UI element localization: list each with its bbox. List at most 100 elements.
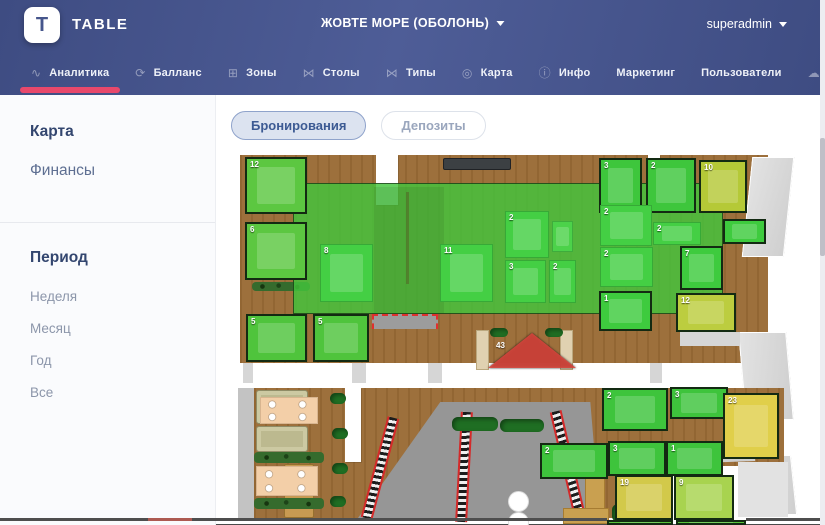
period-option-all[interactable]: Все [0,385,215,400]
map-table-19[interactable]: 19 [615,475,673,520]
map-table-23[interactable]: 23 [723,393,779,459]
map-table[interactable] [607,520,673,525]
chevron-down-icon [496,20,505,30]
table-number: 2 [604,207,609,216]
map-table-11[interactable]: 11 [440,244,493,302]
map-table[interactable] [676,520,746,525]
tab-analytics[interactable]: ∿ Аналитика [18,66,122,93]
tab-types[interactable]: ⋈ Типы [373,66,449,80]
bookings-button[interactable]: Бронирования [231,111,367,140]
cloud-icon: ☁ [807,65,820,80]
globe-icon: ◎ [461,65,473,80]
map-table-3[interactable]: 3 [608,441,666,476]
sidebar-links: Карта Финансы [0,95,215,180]
map-table[interactable] [723,219,766,244]
plant [330,393,346,404]
map-table-2[interactable]: 2 [549,260,576,303]
table-number: 2 [651,161,656,170]
map-table-2[interactable]: 2 [505,211,549,258]
map-table-8[interactable]: 8 [320,244,373,302]
map-table-2[interactable]: 2 [600,205,652,246]
tab-label: Типы [405,66,436,79]
dining-table [256,466,318,496]
vertical-scrollbar-track[interactable] [820,0,825,525]
wall-fragment [428,363,442,383]
map-table-2[interactable]: 2 [602,388,668,431]
map-table-5[interactable]: 5 [313,314,369,362]
map-table-1[interactable]: 1 [599,291,652,331]
types-icon: ⋈ [385,65,398,80]
sidebar-item-finances[interactable]: Финансы [0,162,215,180]
period-section-title: Период [30,249,88,266]
app-window: 1 43 [0,0,825,525]
table-number: 2 [657,224,662,233]
app-logo: T [24,7,60,43]
map-table-12[interactable]: 12 [245,157,307,214]
header-top-row: T TABLE ЖОВТЕ МОРЕ (ОБОЛОНЬ) superadmin [0,0,825,50]
table-number: 1 [671,444,676,453]
map-table-5[interactable]: 5 [246,314,307,362]
map-table-12[interactable]: 12 [676,293,736,332]
vertical-scrollbar-thumb[interactable] [820,138,825,256]
period-option-month[interactable]: Месяц [0,321,215,336]
user-name: superadmin [706,17,772,31]
tab-balance[interactable]: ⟳ Балланс [122,66,215,80]
period-option-week[interactable]: Неделя [0,289,215,304]
bottom-scrollbar-track[interactable] [746,518,825,521]
tab-zones[interactable]: ⊞ Зоны [215,66,290,80]
table-number: 9 [679,478,684,487]
table-number: 6 [250,225,255,234]
period-option-year[interactable]: Год [0,353,215,368]
sidebar-divider [0,222,215,223]
tab-marketing[interactable]: Маркетинг [603,67,688,79]
tab-users[interactable]: Пользователи [688,67,794,79]
table-number: 3 [604,161,609,170]
tv-screen [443,158,511,170]
map-table-2[interactable]: 2 [600,247,653,287]
wall-fragment [680,332,740,346]
deposits-label: Депозиты [401,118,466,133]
plant [332,463,348,474]
map-table-2[interactable]: 2 [646,158,696,213]
map-table-2[interactable]: 2 [540,443,608,479]
map-table-10[interactable]: 10 [699,160,747,213]
bottom-scrollbar-track[interactable] [0,518,607,521]
bottom-scrollbar-thumb[interactable] [148,518,192,521]
user-menu[interactable]: superadmin [707,17,787,31]
tab-label: Инфо [558,66,591,79]
map-table-9[interactable]: 9 [674,475,734,520]
map-table[interactable] [552,221,573,252]
map-table-1[interactable]: 1 [666,441,723,476]
table-number: 2 [509,213,514,222]
venue-selector[interactable]: ЖОВТЕ МОРЕ (ОБОЛОНЬ) [321,16,505,30]
plant-hedge [254,498,324,509]
map-table-2[interactable]: 2 [653,222,701,245]
wall-fragment [738,462,788,517]
tab-label: Балланс [153,66,202,79]
table-number: 12 [250,160,259,169]
tab-label: Карта [480,66,513,79]
sidebar-item-map[interactable]: Карта [0,123,215,141]
triangle-shape [488,333,576,368]
table-number: 2 [607,391,612,400]
map-table-3[interactable]: 3 [670,387,728,419]
table-number: 5 [318,317,323,326]
table-number: 7 [685,249,690,258]
booth-sofa [256,426,308,452]
table-number: 23 [728,396,737,405]
sync-icon: ⟳ [135,65,146,80]
plant [330,496,346,507]
tab-label: Столы [322,66,360,79]
map-table-6[interactable]: 6 [245,222,307,280]
wood-table [563,508,609,524]
table-number: 12 [681,296,690,305]
map-table-7[interactable]: 7 [680,246,723,290]
deposits-button[interactable]: Депозиты [381,111,486,140]
brand-name: TABLE [72,16,129,33]
plant [500,419,544,432]
tab-map[interactable]: ◎ Карта [449,66,526,80]
tab-info[interactable]: ⓘ Инфо [526,64,604,81]
tab-tables[interactable]: ⋈ Столы [290,66,373,80]
map-table-3[interactable]: 3 [505,260,546,303]
map-table-triangle[interactable]: 43 [488,333,576,368]
